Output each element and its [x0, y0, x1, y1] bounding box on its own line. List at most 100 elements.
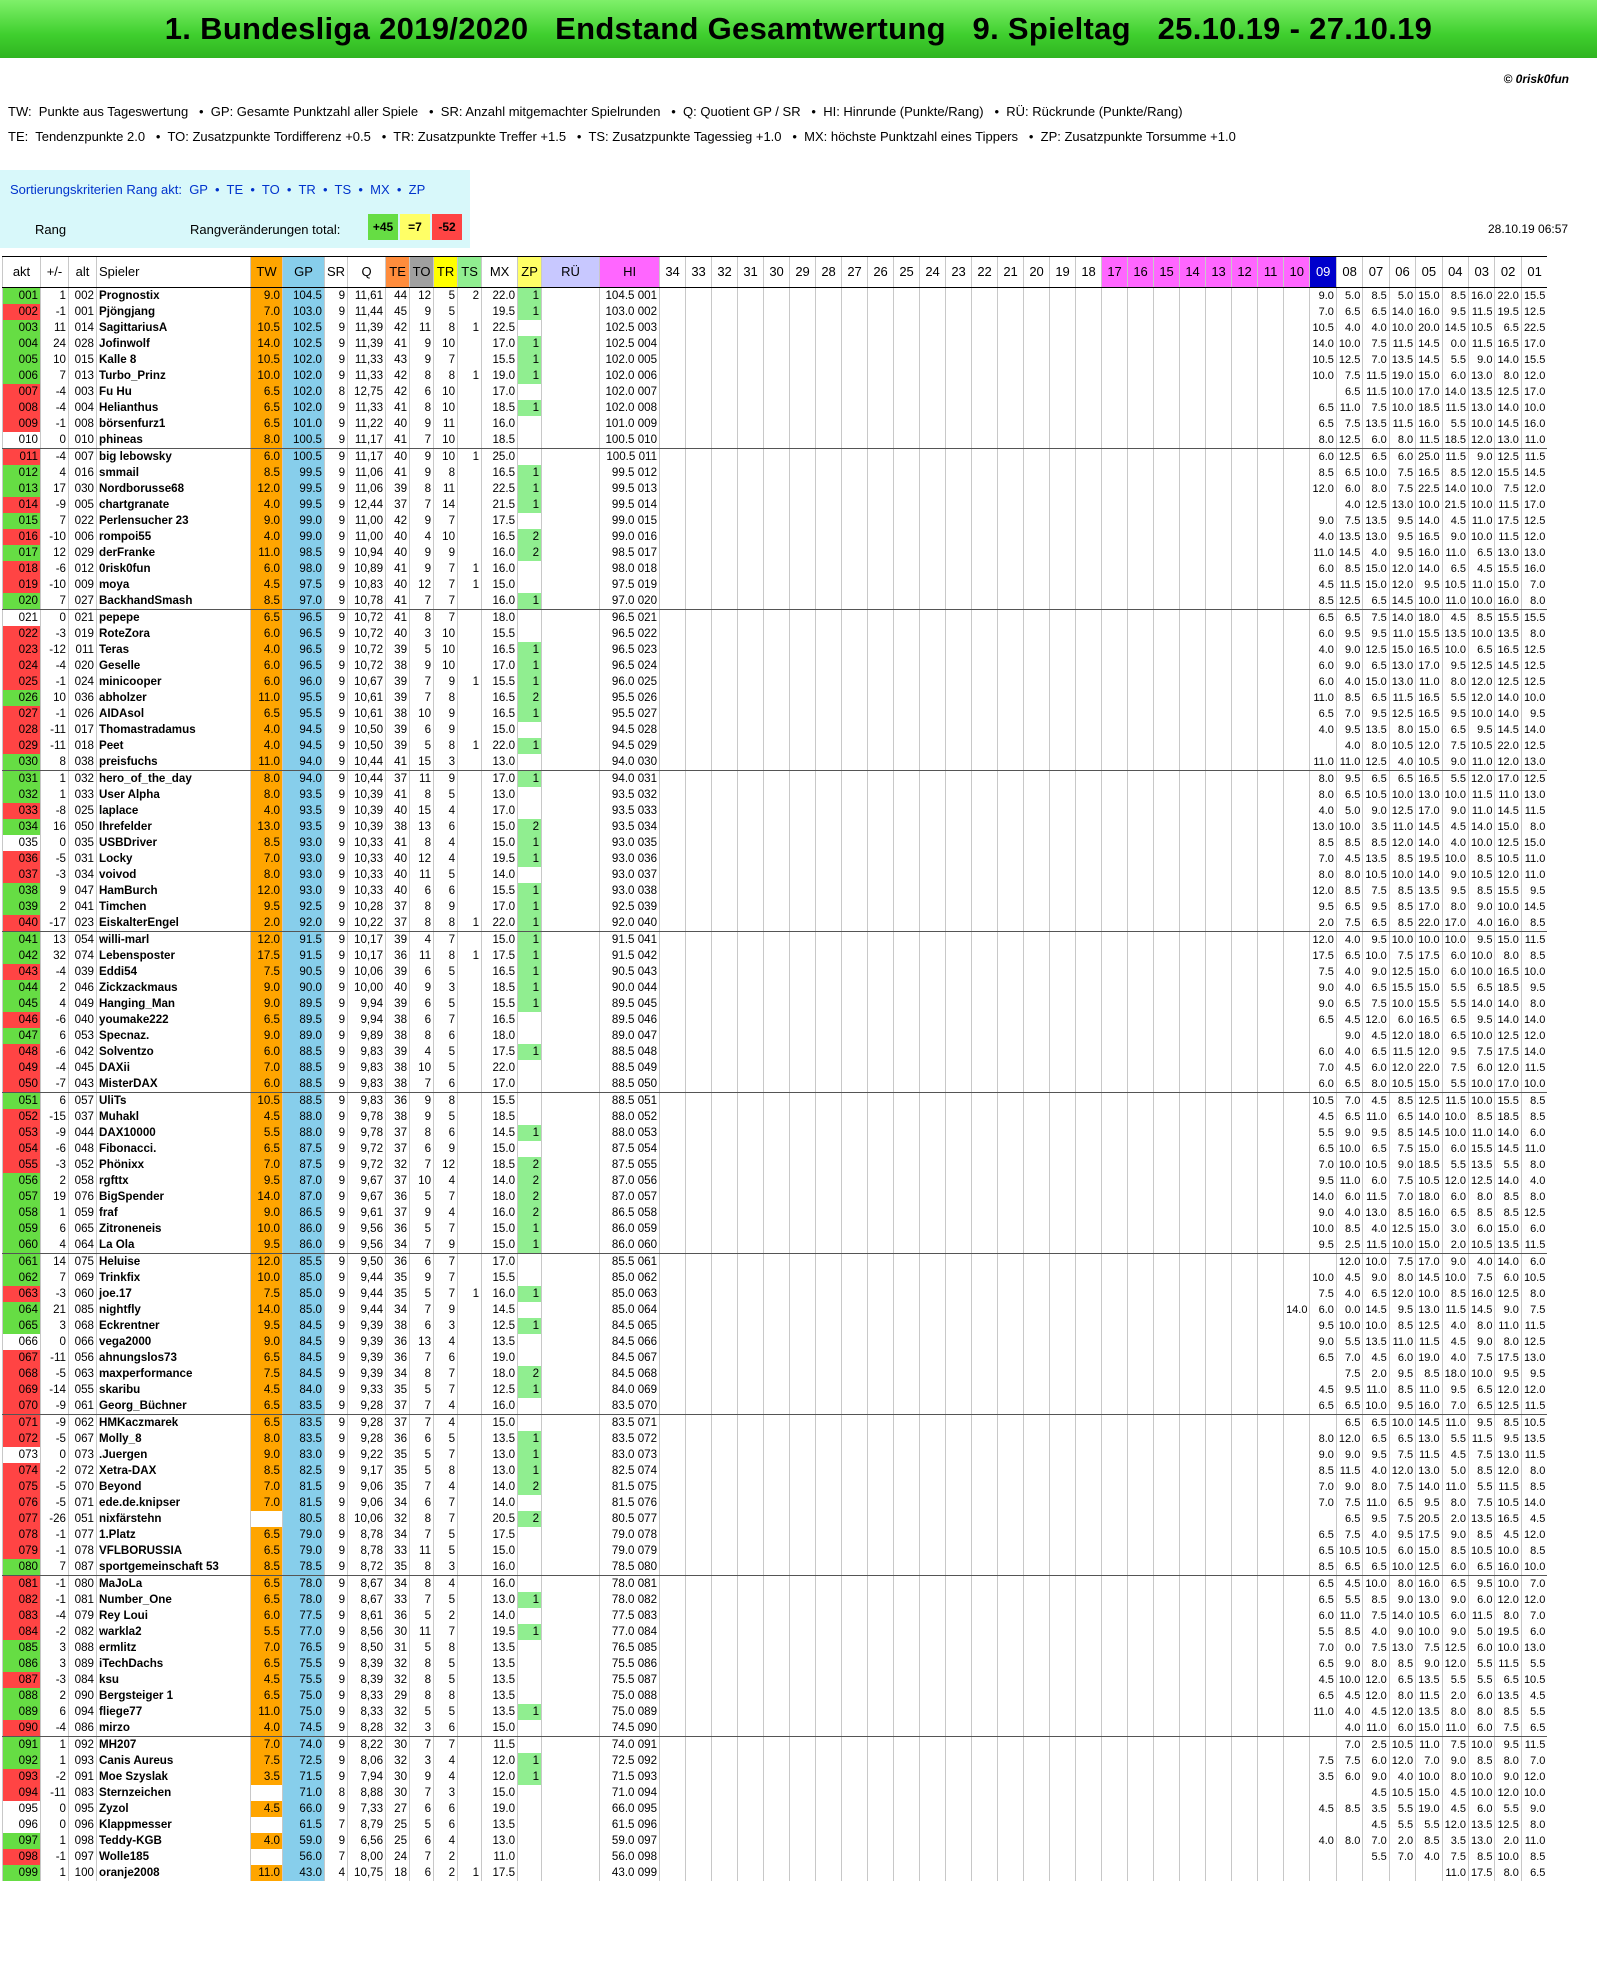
round-cell	[919, 368, 946, 384]
cell-to: 6	[409, 1495, 434, 1511]
round-cell	[659, 352, 686, 368]
cell-zp	[517, 1608, 542, 1624]
round-cell	[1101, 1447, 1128, 1463]
round-cell: 14.5	[1520, 899, 1548, 915]
round-cell	[997, 1125, 1024, 1141]
round-cell	[1231, 416, 1258, 432]
cell-mx: 13.0	[481, 754, 518, 771]
cell-pm: 7	[40, 513, 69, 529]
cell-hi: 94.0 031	[599, 770, 660, 787]
round-cell	[971, 1012, 998, 1028]
round-cell	[1205, 1640, 1232, 1656]
round-cell: 6.0	[1494, 1270, 1522, 1286]
round-cell	[1231, 593, 1258, 610]
cell-ts	[457, 1302, 482, 1318]
round-cell: 10.0	[1494, 1640, 1522, 1656]
round-cell	[1283, 642, 1310, 658]
round-cell: 15.0	[1415, 964, 1443, 980]
round-cell	[1049, 1205, 1076, 1221]
cell-spieler: big lebowsky	[96, 448, 251, 465]
cell-akt: 054	[2, 1141, 41, 1157]
round-cell	[1023, 1720, 1050, 1737]
cell-zp	[517, 1720, 542, 1737]
round-cell	[1153, 706, 1180, 722]
cell-q: 8,33	[347, 1688, 386, 1704]
round-cell	[1153, 1527, 1180, 1543]
cell-zp	[517, 1736, 542, 1753]
cell-ts	[457, 1270, 482, 1286]
round-cell	[659, 1237, 686, 1254]
cell-spieler: Kalle 8	[96, 352, 251, 368]
cell-akt: 089	[2, 1704, 41, 1720]
cell-pm: 6	[40, 1221, 69, 1237]
cell-tw: 4.5	[250, 1109, 283, 1125]
round-cell	[919, 1125, 946, 1141]
round-cell: 16.0	[1415, 304, 1443, 320]
round-cell	[1179, 1270, 1206, 1286]
round-cell: 6.5	[1309, 416, 1337, 432]
round-cell	[841, 915, 868, 932]
cell-ru	[541, 931, 600, 948]
cell-tr: 7	[433, 513, 458, 529]
cell-ts: 1	[457, 948, 482, 964]
cell-zp	[517, 448, 542, 465]
round-cell	[711, 1801, 738, 1817]
cell-tw: 4.0	[250, 497, 283, 513]
round-cell	[1179, 416, 1206, 432]
round-cell	[763, 1624, 790, 1640]
round-cell	[1023, 1382, 1050, 1398]
round-cell	[1049, 1753, 1076, 1769]
round-cell: 4.0	[1335, 1286, 1363, 1302]
cell-akt: 069	[2, 1382, 41, 1398]
round-cell	[919, 948, 946, 964]
cell-pm: -2	[40, 1769, 69, 1785]
round-cell	[815, 1028, 842, 1044]
cell-tw: 9.0	[250, 513, 283, 529]
round-cell: 14.0	[1520, 1044, 1548, 1060]
cell-ts	[457, 1221, 482, 1237]
round-cell	[1153, 674, 1180, 690]
round-cell: 8.5	[1309, 465, 1337, 481]
round-cell	[919, 513, 946, 529]
round-cell: 12.0	[1494, 1785, 1522, 1801]
round-cell	[815, 722, 842, 738]
cell-gp: 85.5	[282, 1253, 325, 1270]
table-row: 028 -11 017 Thomastradamus 4.0 94.5 9 10,50 39 6 9…	[2, 722, 1548, 738]
cell-akt: 055	[2, 1157, 41, 1173]
cell-zp: 2	[517, 819, 542, 835]
cell-to: 12	[409, 287, 434, 304]
cell-te: 30	[385, 1624, 410, 1640]
round-cell	[1153, 1044, 1180, 1060]
table-row: 033 -8 025 laplace 4.0 93.5 9 10,39 40 15 4 17.0 93.…	[2, 803, 1548, 819]
round-cell	[945, 384, 972, 400]
round-cell	[711, 1479, 738, 1495]
cell-te: 40	[385, 980, 410, 996]
round-cell	[1127, 1527, 1154, 1543]
round-cell	[1075, 1318, 1102, 1334]
cell-mx: 19.0	[481, 1801, 518, 1817]
round-cell	[1257, 1672, 1284, 1688]
round-cell	[971, 1221, 998, 1237]
round-cell: 10.5	[1415, 754, 1443, 771]
round-cell: 8.5	[1468, 851, 1495, 867]
round-cell: 4.5	[1335, 851, 1363, 867]
cell-mx: 14.0	[481, 1495, 518, 1511]
round-cell	[789, 1543, 816, 1559]
cell-tw: 6.0	[250, 626, 283, 642]
cell-ts	[457, 1318, 482, 1334]
cell-alt: 061	[68, 1398, 97, 1415]
round-cell	[1049, 819, 1076, 835]
round-cell: 12.0	[1441, 1173, 1469, 1189]
round-cell	[685, 1414, 712, 1431]
round-cell	[867, 1527, 894, 1543]
cell-to: 5	[409, 1817, 434, 1833]
round-cell	[815, 593, 842, 610]
round-cell: 10.0	[1468, 948, 1495, 964]
round-cell	[763, 1608, 790, 1624]
cell-to: 8	[409, 1688, 434, 1704]
round-cell	[1023, 481, 1050, 497]
cell-te: 32	[385, 1720, 410, 1737]
cell-sr: 9	[323, 593, 348, 610]
round-cell	[1205, 706, 1232, 722]
round-cell	[1179, 674, 1206, 690]
